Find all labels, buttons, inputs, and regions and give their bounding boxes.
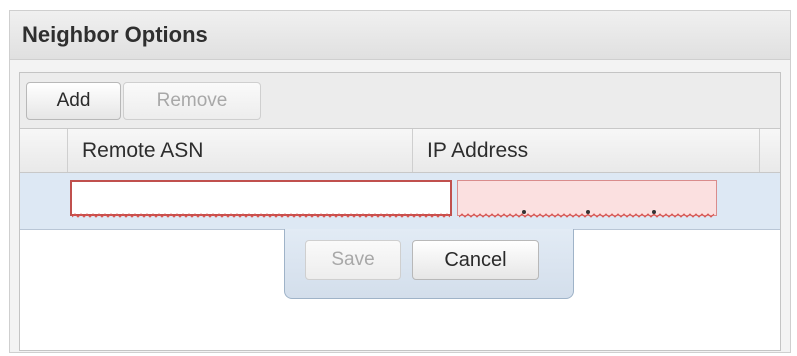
remove-button[interactable]: Remove xyxy=(123,82,261,120)
panel-title: Neighbor Options xyxy=(10,11,790,60)
row-editor-buttons: Save Cancel xyxy=(284,229,574,299)
remote-asn-input[interactable] xyxy=(70,180,452,216)
ip-octet-separator-icon xyxy=(586,210,590,214)
neighbor-options-panel: Neighbor Options Add Remove Remote ASN I… xyxy=(9,10,791,353)
row-selector-column-header[interactable] xyxy=(20,129,68,172)
cancel-button[interactable]: Cancel xyxy=(412,240,539,280)
editing-row xyxy=(20,173,780,230)
save-button[interactable]: Save xyxy=(305,240,401,280)
column-header-remote-asn[interactable]: Remote ASN xyxy=(68,129,413,172)
ip-octet-separator-icon xyxy=(652,210,656,214)
column-header-ip-address[interactable]: IP Address xyxy=(413,129,760,172)
grid-header: Remote ASN IP Address xyxy=(20,129,780,173)
grid-toolbar: Add Remove xyxy=(20,73,780,129)
neighbor-grid: Add Remove Remote ASN IP Address Save Ca… xyxy=(19,72,781,351)
column-header-filler xyxy=(760,129,780,172)
add-button[interactable]: Add xyxy=(26,82,121,120)
ip-octet-separator-icon xyxy=(522,210,526,214)
